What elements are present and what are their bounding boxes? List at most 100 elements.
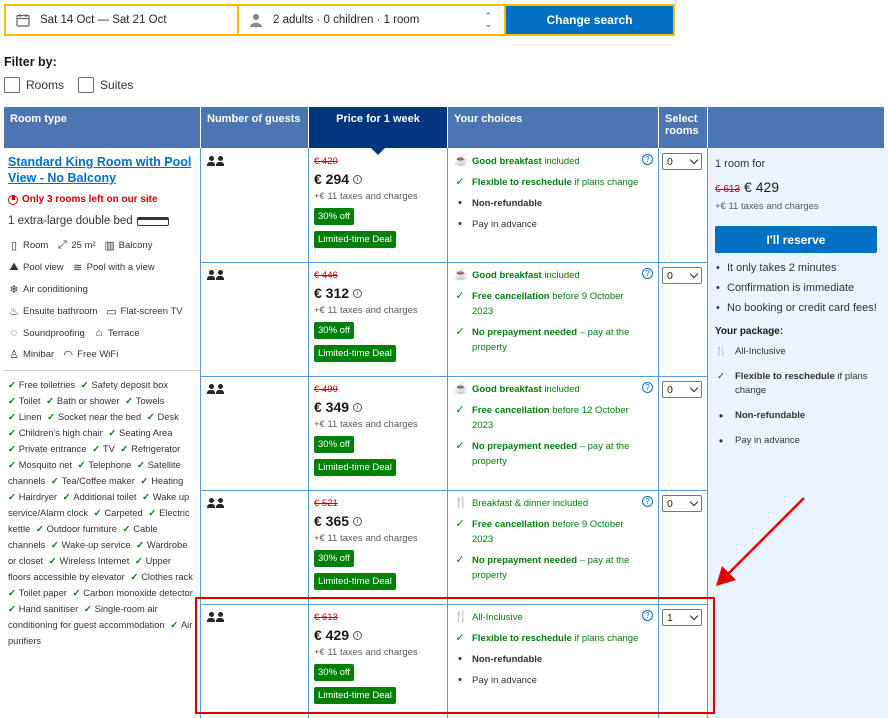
choice-item: 🍴 Breakfast & dinner included <box>454 496 644 511</box>
deal-badge: Limited-time Deal <box>314 345 396 362</box>
summary-tax: +€ 11 taxes and charges <box>715 201 819 212</box>
check-icon: ✓ <box>455 518 465 530</box>
row-divider <box>201 490 708 491</box>
bath-icon: ♨ <box>9 306 19 318</box>
room-quantity-select[interactable]: 0 <box>662 153 702 170</box>
tax-text: +€ 11 taxes and charges <box>314 533 418 544</box>
price-cell: € 521 € 365 i +€ 11 taxes and charges 30% of… <box>314 498 444 590</box>
header-price[interactable]: Price for 1 week <box>309 107 447 155</box>
check-icon: ✓ <box>455 440 465 452</box>
package-text: Pay in advance <box>735 434 800 448</box>
room-icon: ▯ <box>10 240 18 252</box>
amenity-item: Private entrance <box>8 444 87 454</box>
choice-bold: Free cancellation <box>472 519 550 530</box>
help-icon[interactable]: ? <box>642 154 653 165</box>
discount-badge: 30% off <box>314 550 355 567</box>
guest-summary: 2 adults · 0 children · 1 room <box>273 14 420 26</box>
help-icon[interactable]: ? <box>642 496 653 507</box>
room-info: Standard King Room with Pool View - No B… <box>4 148 200 649</box>
coffee-icon: ☕ <box>454 269 468 281</box>
facility-label: Free WiFi <box>77 349 119 360</box>
filter-suites-checkbox[interactable]: Suites <box>78 77 133 93</box>
help-icon[interactable]: ? <box>642 268 653 279</box>
amenity-item: Linen <box>8 412 42 422</box>
price-value: € 312 <box>314 285 350 301</box>
discount-badge: 30% off <box>314 208 355 225</box>
room-quantity-select[interactable]: 0 <box>662 267 702 284</box>
choice-bold: Free cancellation <box>472 291 550 302</box>
filter-options: Rooms Suites <box>4 77 133 93</box>
guest-count <box>207 498 224 508</box>
pool-view-icon: ⛰ <box>9 261 19 273</box>
amenity-item: TV <box>92 444 115 454</box>
amenity-item: Socket near the bed <box>47 412 141 422</box>
choice-item: ☕ Good breakfast included <box>454 382 644 397</box>
choices-cell: ☕ Good breakfast included ✓ Flexible to res… <box>454 154 644 238</box>
choice-item: ✓ No prepayment needed – pay at the prope… <box>454 439 644 469</box>
amenity-item: Outdoor furniture <box>36 524 117 534</box>
bed-text: 1 extra-large double bed <box>8 215 133 227</box>
benefit-item: Confirmation is immediate <box>715 281 881 296</box>
reserve-button[interactable]: I'll reserve <box>715 226 877 253</box>
current-price: € 294 i <box>314 171 444 187</box>
amenity-item: Telephone <box>78 460 132 470</box>
choice-text: Free cancellation before 9 October 2023 <box>472 517 644 547</box>
person-icon <box>250 14 262 27</box>
current-price: € 365 i <box>314 513 444 529</box>
checkbox-box[interactable] <box>4 77 20 93</box>
facility-label: 25 m² <box>71 240 96 251</box>
package-item: 🍴 All-Inclusive <box>715 345 881 359</box>
terrace-icon: ⌂ <box>95 327 103 339</box>
amenity-item: Hand sanitiser <box>8 604 78 614</box>
discount-badge: 30% off <box>314 436 355 453</box>
room-title-link[interactable]: Standard King Room with Pool View - No B… <box>8 155 191 185</box>
check-icon: ✓ <box>455 176 465 188</box>
choice-bold: No prepayment needed <box>472 555 578 566</box>
choice-text: Good breakfast included <box>472 268 580 283</box>
room-quantity-select[interactable]: 0 <box>662 381 702 398</box>
deal-badge: Limited-time Deal <box>314 573 396 590</box>
choice-text: Pay in advance <box>472 217 537 232</box>
price-cell: € 499 € 349 i +€ 11 taxes and charges 30% of… <box>314 384 444 476</box>
info-icon[interactable]: i <box>353 288 363 298</box>
person-icon <box>207 498 215 508</box>
choice-item: ✓ No prepayment needed – pay at the prope… <box>454 325 644 355</box>
choice-item: • Non-refundable <box>454 196 644 211</box>
info-icon[interactable]: i <box>353 402 363 412</box>
bed-info: 1 extra-large double bed <box>8 215 196 227</box>
filter-suites-label: Suites <box>100 78 134 92</box>
info-icon[interactable]: i <box>353 174 363 184</box>
choice-item: ✓ No prepayment needed – pay at the prope… <box>454 553 644 583</box>
facility-label: Air conditioning <box>23 284 88 295</box>
guest-selector[interactable]: 2 adults · 0 children · 1 room ⌃ ⌄ <box>239 6 506 34</box>
choice-item: ✓ Flexible to reschedule if plans change <box>454 175 644 190</box>
facility-label: Minibar <box>23 349 55 360</box>
amenity-item: Refrigerator <box>120 444 180 454</box>
guest-count <box>207 156 224 166</box>
facility-item: ≋ Pool with a view <box>72 261 155 274</box>
annotation-arrow-icon <box>716 497 805 586</box>
amenity-item: Toilet paper <box>8 588 67 598</box>
old-price: € 420 <box>314 156 338 167</box>
bullet-icon: • <box>458 197 462 209</box>
summary-current-price: € 429 <box>744 179 780 195</box>
filter-title: Filter by: <box>4 55 57 69</box>
amenity-item: Wake-up service <box>51 540 131 550</box>
row-divider <box>201 376 708 377</box>
filter-rooms-checkbox[interactable]: Rooms <box>4 77 64 93</box>
amenity-item: Bath or shower <box>46 396 119 406</box>
room-quantity-select[interactable]: 0 <box>662 495 702 512</box>
check-icon: ✓ <box>455 326 465 338</box>
choice-text: Good breakfast included <box>472 382 580 397</box>
info-icon[interactable]: i <box>353 516 363 526</box>
change-search-button[interactable]: Change search <box>506 6 673 34</box>
date-picker[interactable]: Sat 14 Oct — Sat 21 Oct <box>6 6 239 34</box>
summary-price: € 613 € 429 <box>715 179 881 195</box>
minibar-icon: ♙ <box>9 349 19 361</box>
help-icon[interactable]: ? <box>642 382 653 393</box>
choice-bold: Free cancellation <box>472 405 550 416</box>
old-price: € 499 <box>314 384 338 395</box>
checkbox-box[interactable] <box>78 77 95 93</box>
amenity-item: Additional toilet <box>63 492 137 502</box>
package-rest: All-Inclusive <box>735 346 786 357</box>
